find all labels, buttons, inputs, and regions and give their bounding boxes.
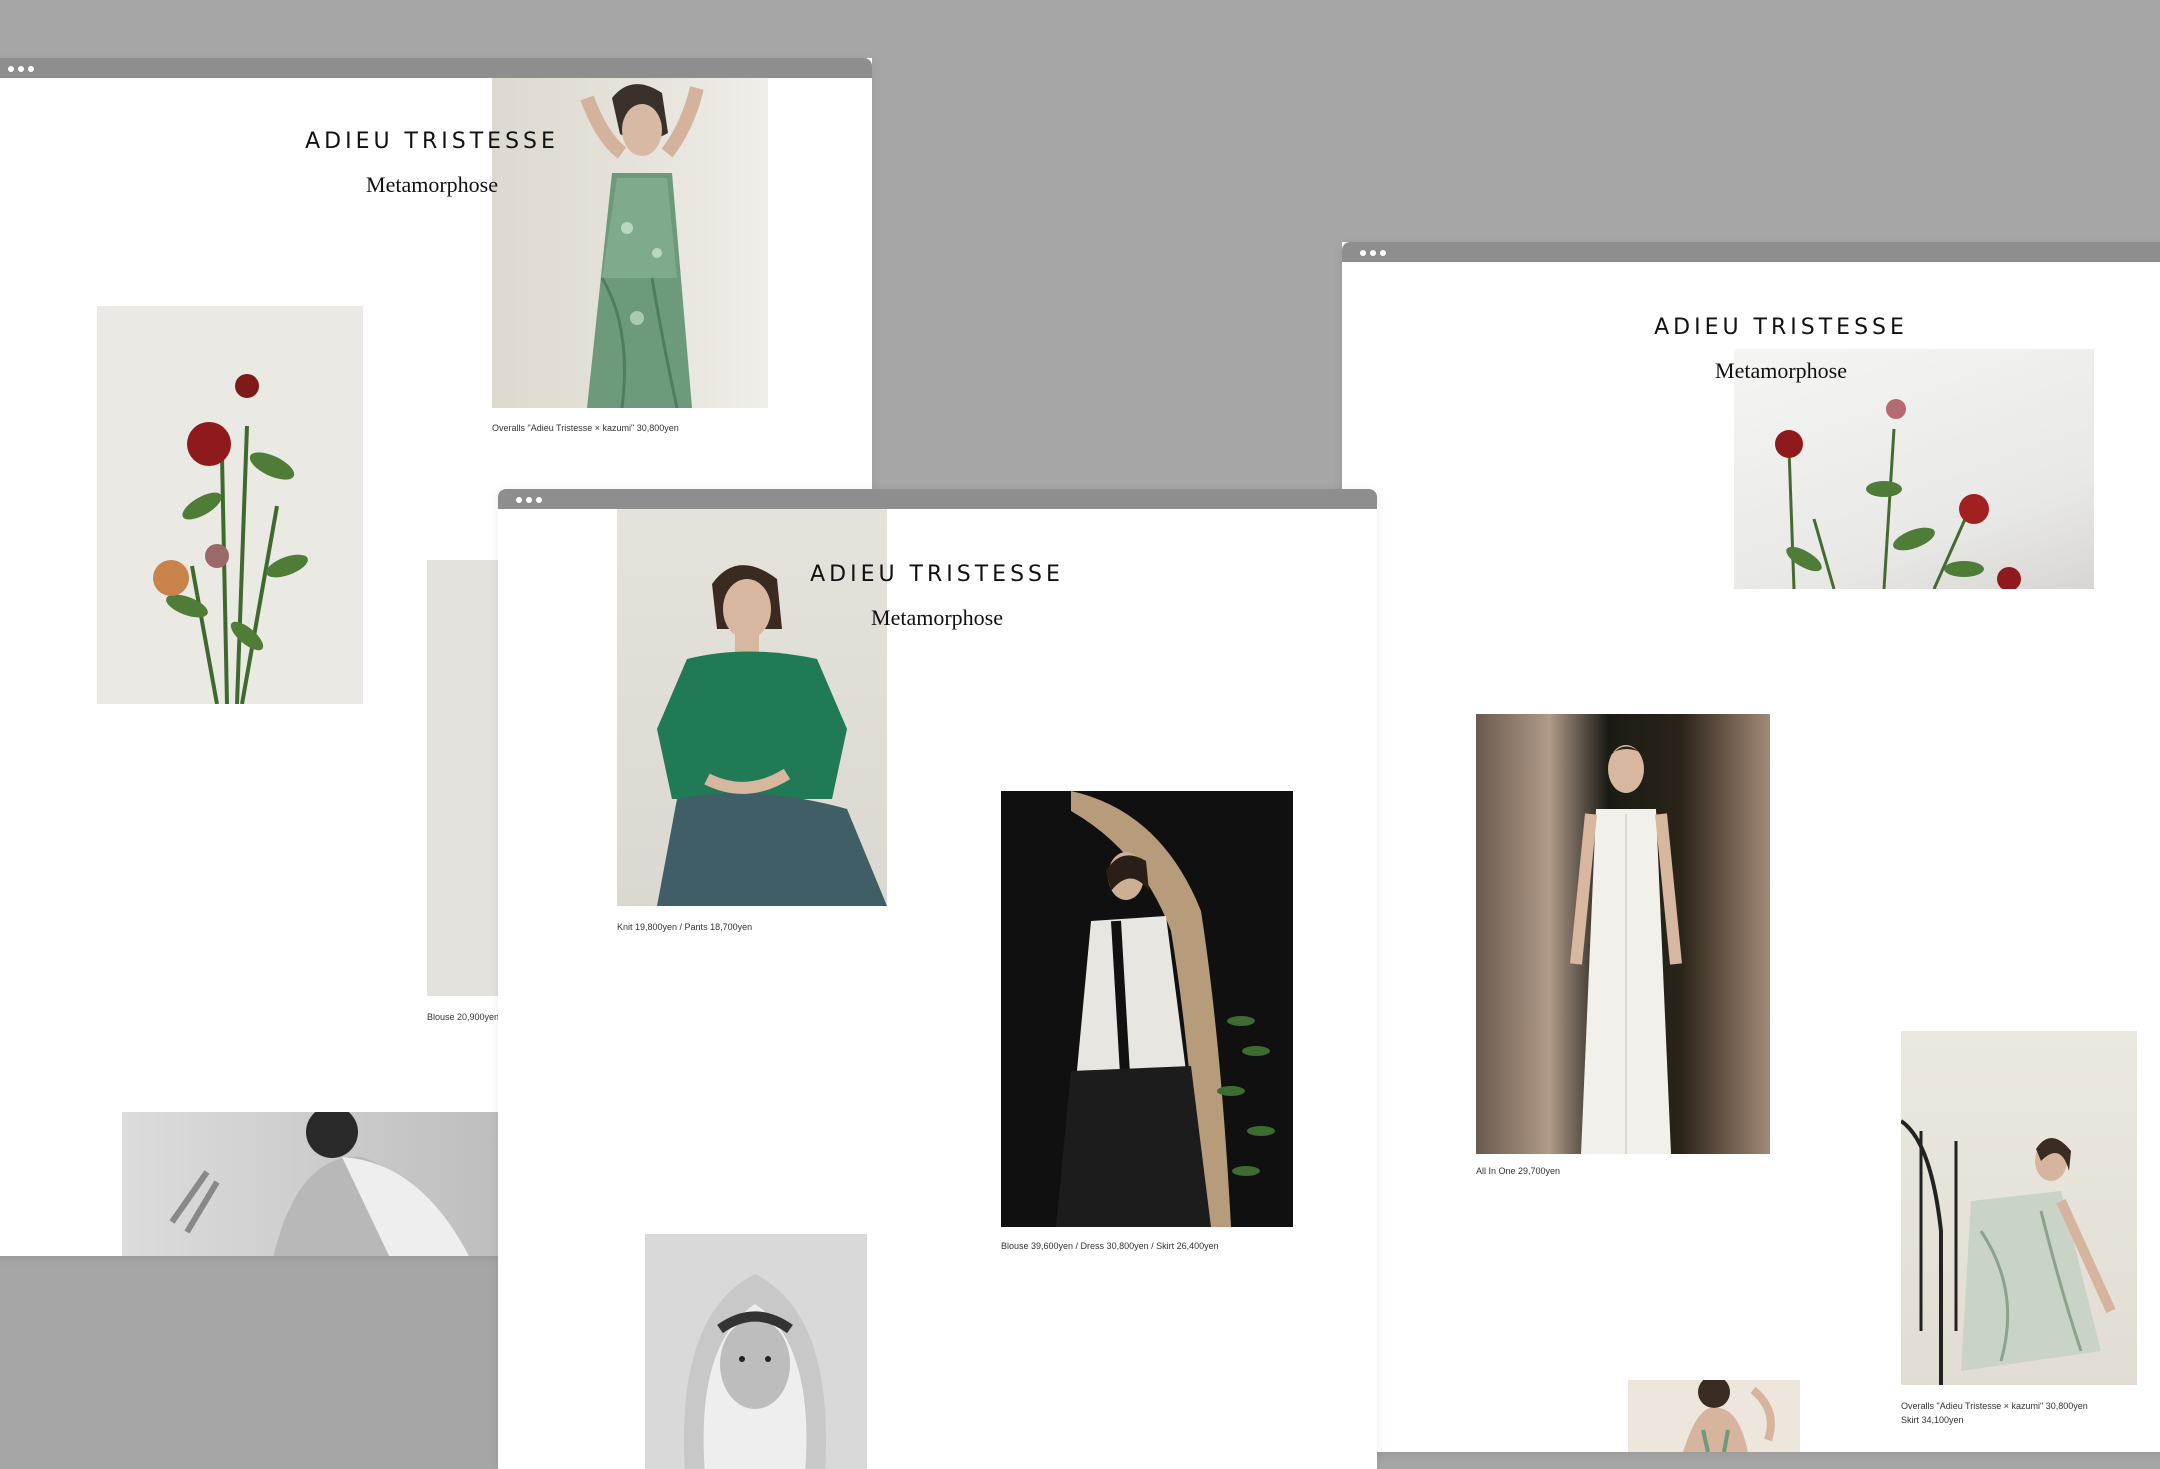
window-dot-icon[interactable] <box>536 497 542 503</box>
photo-model-all-in-one <box>1476 714 1770 1154</box>
brand-logo[interactable]: ADIEU TRISTESSE <box>305 129 559 154</box>
brand-logo[interactable]: ADIEU TRISTESSE <box>810 562 1064 587</box>
window-controls[interactable] <box>8 66 34 72</box>
browser-window-right: ADIEU TRISTESSE Metamorphose All In One … <box>1342 242 2160 1452</box>
photo-model-hood-bw <box>645 1234 867 1469</box>
collection-title: Metamorphose <box>1715 358 1847 383</box>
photo-model-back-bw <box>122 1112 512 1256</box>
window-dot-icon[interactable] <box>18 66 24 72</box>
window-title-bar <box>498 489 1377 509</box>
collection-title: Metamorphose <box>366 172 498 197</box>
flowers-illustration <box>1775 399 2021 589</box>
window-controls[interactable] <box>516 497 542 503</box>
photo-roses <box>97 306 363 704</box>
model-seated-illustration <box>1901 1119 2116 1385</box>
browser-window-center: ADIEU TRISTESSE Metamorphose Knit 19,800… <box>498 489 1377 1469</box>
photo-model-seated <box>1901 1031 2137 1385</box>
window-dot-icon[interactable] <box>1370 250 1376 256</box>
collection-title: Metamorphose <box>871 605 1003 630</box>
page-content: ADIEU TRISTESSE Metamorphose Knit 19,800… <box>498 509 1377 1469</box>
model-back-illustration <box>169 1112 469 1256</box>
window-controls[interactable] <box>1360 250 1386 256</box>
caption-line: Overalls "Adieu Tristesse × kazumi" 30,8… <box>1901 1401 2088 1411</box>
window-dot-icon[interactable] <box>526 497 532 503</box>
caption-blouse: Blouse 20,900yen <box>427 1012 500 1022</box>
window-title-bar <box>0 58 872 78</box>
photo-model-blouse-dress <box>1001 791 1293 1227</box>
photo-model-blouse <box>427 560 507 996</box>
page-content: ADIEU TRISTESSE Metamorphose All In One … <box>1342 262 2160 1452</box>
model-blouse-dress-illustration <box>1056 791 1275 1227</box>
photo-model-back-color <box>1628 1380 1800 1452</box>
caption-line: Skirt 34,100yen <box>1901 1415 1964 1425</box>
window-dot-icon[interactable] <box>1380 250 1386 256</box>
photo-flowers <box>1734 349 2094 589</box>
caption-all-in-one: All In One 29,700yen <box>1476 1166 1561 1176</box>
window-dot-icon[interactable] <box>1360 250 1366 256</box>
window-dot-icon[interactable] <box>516 497 522 503</box>
caption-overalls: Overalls "Adieu Tristesse × kazumi" 30,8… <box>492 423 679 433</box>
model-all-in-one-illustration <box>1570 745 1682 1154</box>
photo-model-overalls <box>492 78 768 408</box>
window-dot-icon[interactable] <box>28 66 34 72</box>
model-overalls-illustration <box>580 84 704 408</box>
caption-overalls-skirt: Overalls "Adieu Tristesse × kazumi" 30,8… <box>1901 1399 2088 1427</box>
roses-illustration <box>153 374 308 704</box>
caption-knit: Knit 19,800yen / Pants 18,700yen <box>617 922 753 932</box>
model-hood-illustration <box>683 1274 827 1469</box>
brand-logo[interactable]: ADIEU TRISTESSE <box>1654 315 1908 340</box>
caption-blouse-dress-skirt: Blouse 39,600yen / Dress 30,800yen / Ski… <box>1001 1241 1219 1251</box>
window-dot-icon[interactable] <box>8 66 14 72</box>
window-title-bar <box>1342 242 2160 262</box>
model-back-color-illustration <box>1683 1380 1775 1452</box>
